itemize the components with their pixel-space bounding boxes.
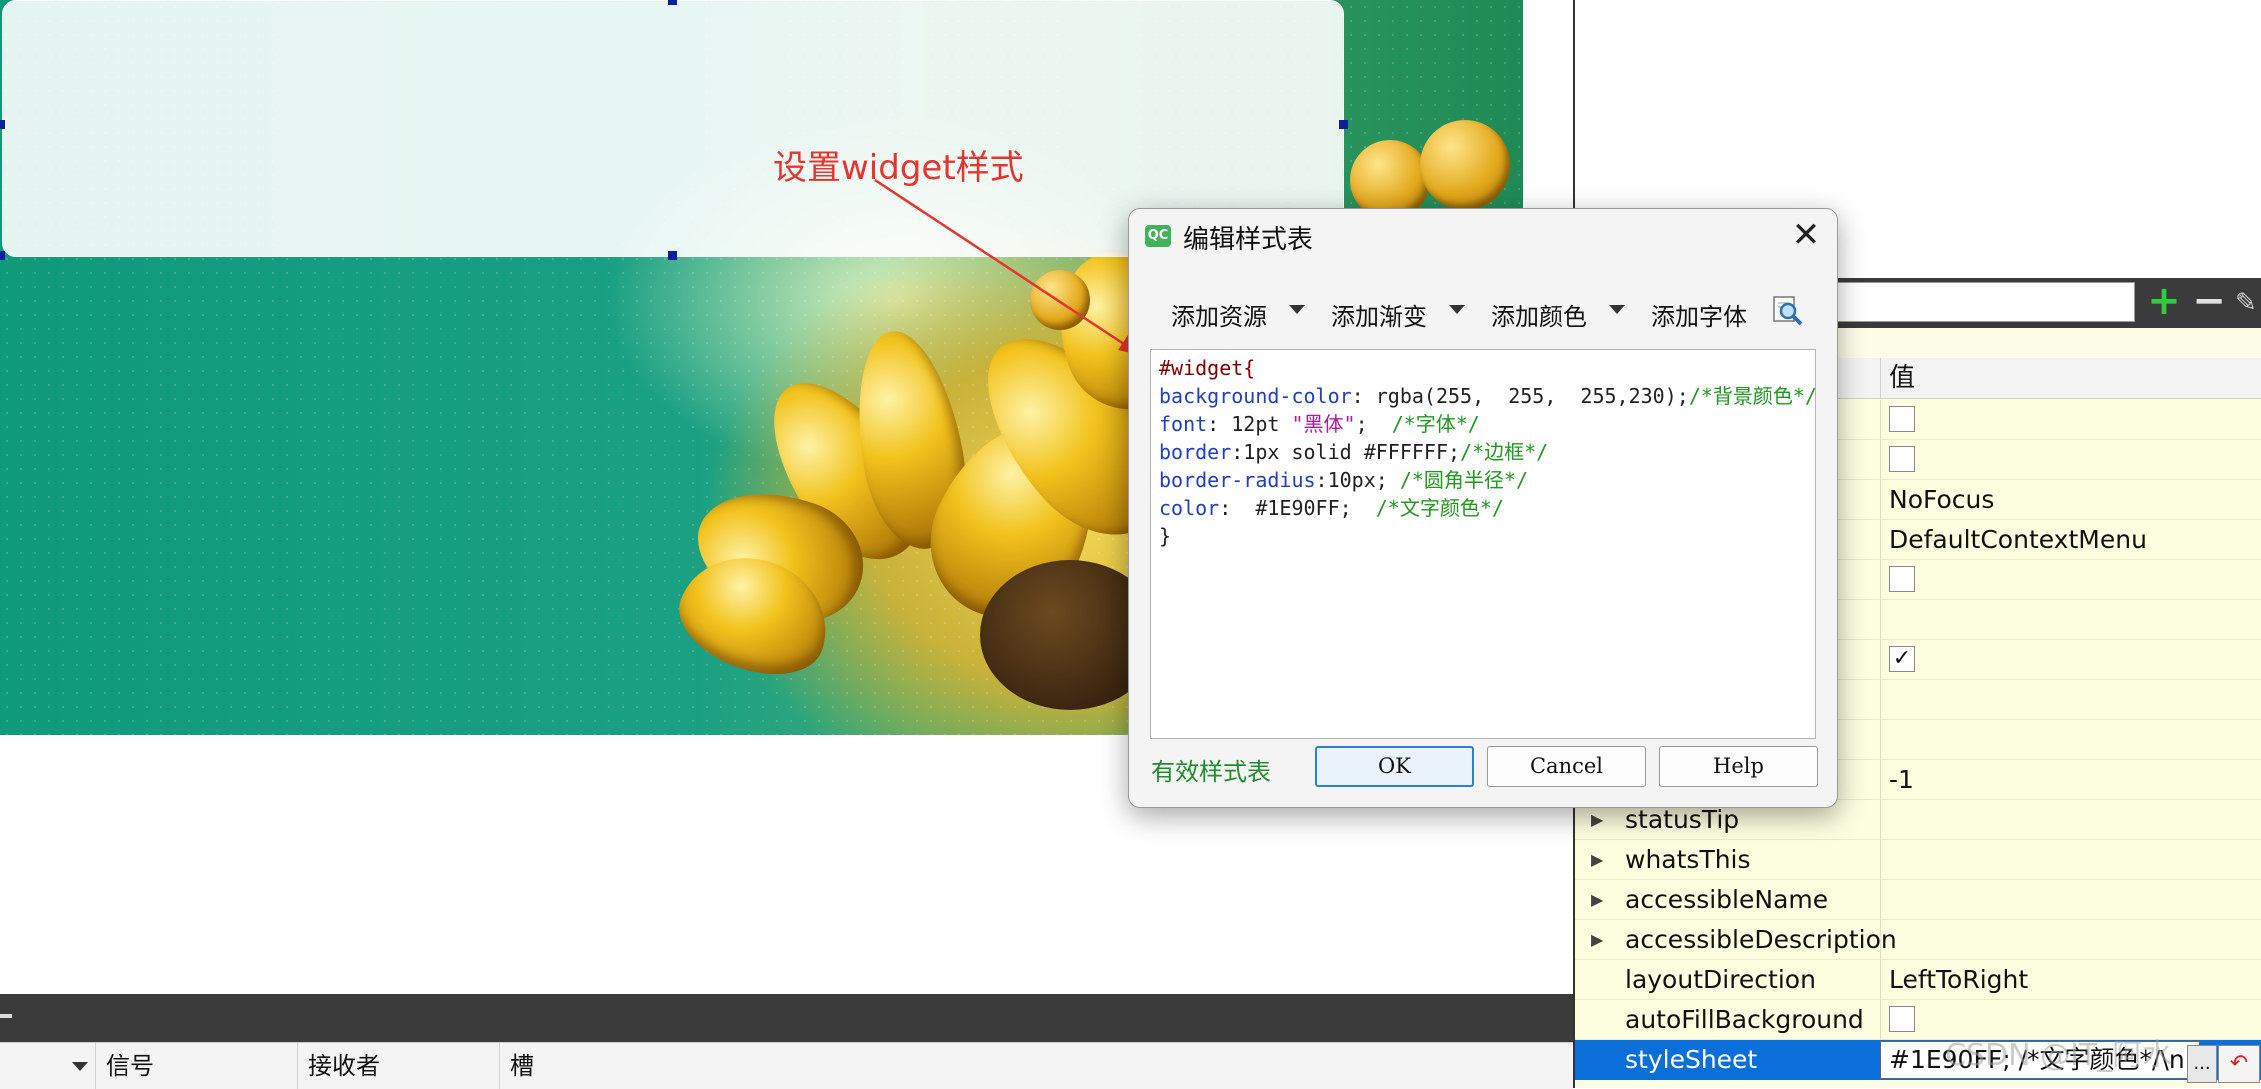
annotation-arrow — [874, 178, 1143, 356]
sender-column[interactable] — [0, 1043, 96, 1089]
property-value[interactable]: DefaultContextMenu — [1880, 520, 2261, 560]
property-value[interactable] — [1880, 600, 2261, 640]
code-comment: /*圆角半径*/ — [1399, 468, 1529, 492]
resize-handle[interactable] — [0, 251, 5, 260]
preview-icon[interactable] — [1771, 293, 1805, 327]
dropdown-icon[interactable] — [1449, 305, 1465, 314]
property-name: whatsThis — [1625, 845, 1751, 874]
property-value[interactable]: -1 — [1880, 760, 2261, 800]
code-string: "黑体" — [1291, 412, 1356, 436]
signal-slot-toolbar — [0, 994, 1573, 1042]
ok-button[interactable]: OK — [1315, 746, 1474, 787]
signal-column[interactable]: 信号 — [96, 1043, 298, 1089]
remove-connection-icon[interactable] — [0, 1014, 12, 1018]
add-gradient-button[interactable]: 添加渐变 — [1331, 297, 1427, 332]
expand-arrow-icon[interactable]: ▶ — [1591, 920, 1603, 960]
property-checkbox[interactable]: ✓ — [1889, 646, 1915, 672]
close-icon[interactable]: ✕ — [1786, 215, 1826, 255]
property-value[interactable] — [1880, 840, 2261, 880]
qc-icon: QC — [1145, 225, 1171, 247]
code-property: border — [1159, 440, 1232, 464]
reset-icon[interactable]: ↶ — [2218, 1045, 2260, 1083]
property-name: autoFillBackground — [1625, 1005, 1864, 1034]
code-comment: /*文字颜色*/ — [1375, 496, 1504, 520]
code-value: : rgba(255, 255, 255,230); — [1351, 384, 1689, 408]
dropdown-icon[interactable] — [1609, 305, 1625, 314]
add-font-button[interactable]: 添加字体 — [1651, 297, 1747, 332]
property-checkbox[interactable] — [1889, 1006, 1915, 1032]
slot-column[interactable]: 槽 — [500, 1043, 1000, 1089]
property-value[interactable] — [1880, 560, 2261, 600]
add-resource-button[interactable]: 添加资源 — [1171, 297, 1267, 332]
code-value: ; — [1355, 412, 1392, 436]
resize-handle[interactable] — [668, 251, 677, 260]
property-value[interactable]: LeftToRight — [1880, 960, 2261, 1000]
stylesheet-editor[interactable]: #widget{ background-color: rgba(255, 255… — [1150, 349, 1817, 739]
property-row[interactable]: ▶ accessibleDescription — [1575, 920, 2261, 960]
property-value[interactable] — [1880, 920, 2261, 960]
stylesheet-dialog: QC 编辑样式表 ✕ 添加资源 添加渐变 添加颜色 添加字体 #widget{ … — [1128, 208, 1838, 808]
code-value: : #1E90FF; — [1219, 496, 1376, 520]
stylesheet-edit-button[interactable]: ... — [2187, 1045, 2217, 1083]
property-row[interactable]: ▶ accessibleName — [1575, 880, 2261, 920]
help-button[interactable]: Help — [1659, 746, 1818, 787]
sort-indicator-icon — [72, 1062, 88, 1071]
resize-handle[interactable] — [668, 0, 677, 5]
code-comment: /*边框*/ — [1460, 440, 1549, 464]
code-value: :1px solid #FFFFFF; — [1231, 440, 1461, 464]
property-name: accessibleName — [1625, 885, 1829, 914]
property-value[interactable]: NoFocus — [1880, 480, 2261, 520]
property-value[interactable] — [1880, 720, 2261, 760]
property-name: layoutDirection — [1625, 965, 1816, 994]
code-comment: /*背景颜色*/ — [1688, 384, 1817, 408]
plus-icon[interactable]: + — [2145, 281, 2183, 321]
receiver-column[interactable]: 接收者 — [298, 1043, 500, 1089]
dialog-title: 编辑样式表 — [1183, 225, 1314, 255]
add-color-button[interactable]: 添加颜色 — [1491, 297, 1587, 332]
coin — [1420, 120, 1510, 210]
property-name: accessibleDescription — [1625, 925, 1897, 954]
code-selector: #widget{ — [1159, 356, 1256, 380]
expand-arrow-icon[interactable]: ▶ — [1591, 840, 1603, 880]
property-value[interactable] — [1880, 440, 2261, 480]
property-checkbox[interactable] — [1889, 406, 1915, 432]
property-checkbox[interactable] — [1889, 566, 1915, 592]
minus-icon[interactable]: − — [2190, 281, 2228, 321]
property-row[interactable]: ▶ whatsThis — [1575, 840, 2261, 880]
code-value: :10px; — [1315, 468, 1400, 492]
resize-handle[interactable] — [1339, 120, 1348, 129]
value-column-header: 值 — [1880, 358, 1915, 398]
property-value[interactable] — [1880, 680, 2261, 720]
code-property: font — [1159, 412, 1208, 436]
property-name: styleSheet — [1625, 1045, 1758, 1074]
property-checkbox[interactable] — [1889, 446, 1915, 472]
code-property: color — [1159, 496, 1220, 520]
code-close-brace: } — [1159, 524, 1172, 548]
code-property: background-color — [1159, 384, 1352, 408]
property-row[interactable]: layoutDirection LeftToRight — [1575, 960, 2261, 1000]
code-comment: /*字体*/ — [1391, 412, 1480, 436]
cancel-button[interactable]: Cancel — [1487, 746, 1646, 787]
resize-handle[interactable] — [0, 120, 5, 129]
expand-arrow-icon[interactable]: ▶ — [1591, 880, 1603, 920]
watermark: CSDN @IT_阿水 — [1945, 1038, 2173, 1073]
code-value: : 12pt — [1207, 412, 1292, 436]
dropdown-icon[interactable] — [1289, 305, 1305, 314]
code-property: border-radius — [1159, 468, 1316, 492]
property-value[interactable]: ✓ — [1880, 640, 2261, 680]
property-value[interactable] — [1880, 400, 2261, 440]
property-value[interactable] — [1880, 880, 2261, 920]
property-value[interactable] — [1880, 800, 2261, 840]
pen-icon[interactable]: ✎ — [2235, 288, 2261, 318]
signal-slot-header: 信号 接收者 槽 — [0, 1042, 1573, 1089]
valid-stylesheet-label: 有效样式表 — [1151, 758, 1271, 786]
